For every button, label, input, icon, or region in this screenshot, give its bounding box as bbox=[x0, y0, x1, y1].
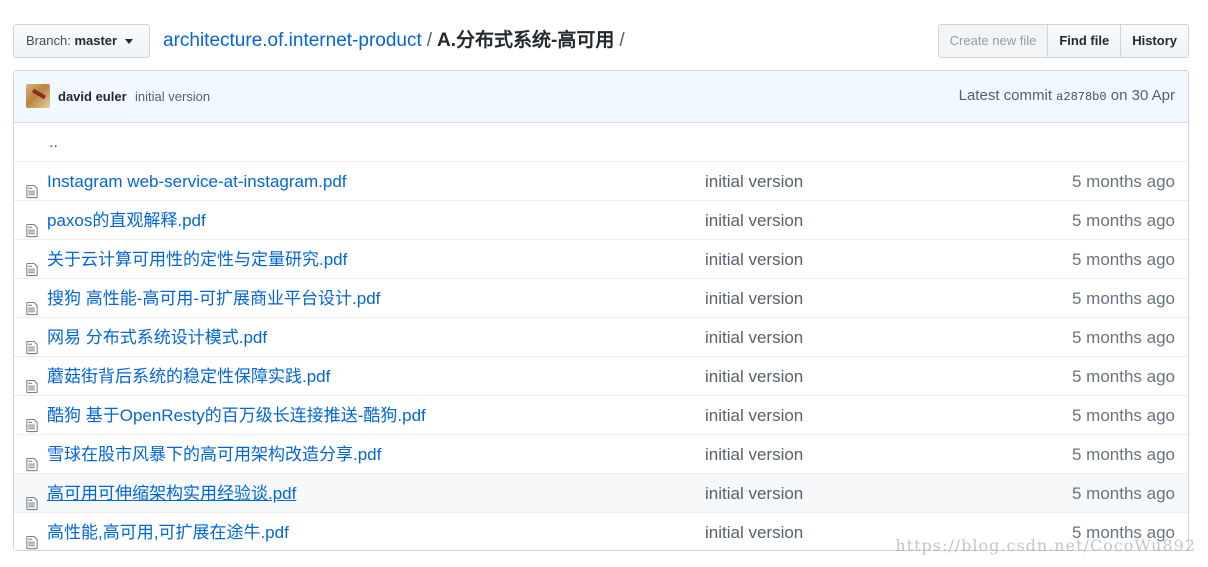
branch-name: master bbox=[74, 33, 118, 48]
commit-age: 5 months ago bbox=[1071, 367, 1175, 386]
current-folder: A.分布式系统-高可用 bbox=[437, 30, 615, 51]
commit-message-link[interactable]: initial version bbox=[705, 162, 803, 201]
file-list: david euler initial version Latest commi… bbox=[13, 70, 1189, 551]
commit-on-label: on bbox=[1110, 87, 1128, 104]
file-name-link[interactable]: 关于云计算可用性的定性与定量研究.pdf bbox=[47, 240, 347, 279]
commit-date: 30 Apr bbox=[1131, 87, 1175, 104]
latest-commit-info: Latest commit a2878b0 on 30 Apr bbox=[959, 87, 1175, 104]
commit-message-link[interactable]: initial version bbox=[705, 357, 803, 396]
file-text-icon bbox=[26, 213, 38, 238]
breadcrumb: architecture.of.internet-product / A.分布式系统… bbox=[163, 26, 630, 56]
file-row[interactable]: 酷狗 基于OpenResty的百万级长连接推送-酷狗.pdf initial ve… bbox=[14, 395, 1188, 434]
commit-age: 5 months ago bbox=[1071, 445, 1175, 464]
latest-commit-bar: david euler initial version Latest commi… bbox=[14, 71, 1188, 123]
file-name-link[interactable]: 酷狗 基于OpenResty的百万级长连接推送-酷狗.pdf bbox=[47, 396, 426, 435]
file-text-icon bbox=[26, 252, 38, 277]
commit-message-link[interactable]: initial version bbox=[135, 89, 210, 104]
breadcrumb-separator: / bbox=[426, 30, 433, 51]
commit-message-link[interactable]: initial version bbox=[705, 279, 803, 318]
breadcrumb-separator: / bbox=[619, 30, 625, 51]
file-text-icon bbox=[26, 408, 38, 433]
commit-message-link[interactable]: initial version bbox=[705, 474, 803, 513]
caret-down-icon bbox=[124, 39, 133, 45]
branch-select-button[interactable]: Branch: master bbox=[13, 24, 150, 58]
commit-age: 5 months ago bbox=[1071, 406, 1175, 425]
file-rows: .. Instagram web-service-at-instagram.pd… bbox=[14, 123, 1188, 550]
commit-message-link[interactable]: initial version bbox=[705, 396, 803, 435]
file-row[interactable]: 高可用可伸缩架构实用经验谈.pdf initial version 5 months… bbox=[14, 473, 1188, 512]
parent-directory-link[interactable]: .. bbox=[49, 123, 58, 162]
file-name-link[interactable]: paxos的直观解释.pdf bbox=[47, 201, 206, 240]
commit-age: 5 months ago bbox=[1071, 328, 1175, 347]
file-row[interactable]: Instagram web-service-at-instagram.pdf in… bbox=[14, 161, 1188, 200]
commit-age: 5 months ago bbox=[1071, 484, 1175, 503]
file-text-icon bbox=[26, 174, 38, 199]
file-name-link[interactable]: 高性能,高可用,可扩展在途牛.pdf bbox=[47, 513, 289, 550]
file-navigation: Branch: master architecture.of.internet-… bbox=[13, 24, 1189, 58]
file-name-link[interactable]: 搜狗 高性能-高可用-可扩展商业平台设计.pdf bbox=[47, 279, 380, 318]
commit-message-link[interactable]: initial version bbox=[705, 240, 803, 279]
file-row[interactable]: paxos的直观解释.pdf initial version 5 months ag… bbox=[14, 200, 1188, 239]
file-row[interactable]: 雪球在股市风暴下的高可用架构改造分享.pdf initial version 5 m… bbox=[14, 434, 1188, 473]
file-row[interactable]: 网易 分布式系统设计模式.pdf initial version 5 months … bbox=[14, 317, 1188, 356]
create-new-file-button[interactable]: Create new file bbox=[937, 24, 1049, 58]
file-text-icon bbox=[26, 330, 38, 355]
file-text-icon bbox=[26, 486, 38, 511]
commit-message-link[interactable]: initial version bbox=[705, 513, 803, 550]
file-name-link[interactable]: 雪球在股市风暴下的高可用架构改造分享.pdf bbox=[47, 435, 381, 474]
commit-message-link[interactable]: initial version bbox=[705, 318, 803, 357]
file-row[interactable]: 蘑菇街背后系统的稳定性保障实践.pdf initial version 5 mont… bbox=[14, 356, 1188, 395]
file-name-link[interactable]: 高可用可伸缩架构实用经验谈.pdf bbox=[47, 474, 296, 513]
latest-commit-label: Latest commit bbox=[958, 87, 1052, 104]
file-text-icon bbox=[26, 369, 38, 394]
file-text-icon bbox=[26, 525, 38, 550]
branch-label: Branch: bbox=[26, 33, 71, 48]
commit-age: 5 months ago bbox=[1071, 211, 1175, 230]
file-text-icon bbox=[26, 291, 38, 316]
commit-message-link[interactable]: initial version bbox=[705, 201, 803, 240]
file-actions: Create new file Find file History bbox=[937, 24, 1189, 58]
commit-age: 5 months ago bbox=[1071, 172, 1175, 191]
user-avatar[interactable] bbox=[26, 84, 50, 108]
commit-message-link[interactable]: initial version bbox=[705, 435, 803, 474]
commit-age: 5 months ago bbox=[1071, 289, 1175, 308]
history-button[interactable]: History bbox=[1120, 24, 1189, 58]
parent-directory-row: .. bbox=[14, 123, 1188, 161]
file-row[interactable]: 关于云计算可用性的定性与定量研究.pdf initial version 5 mon… bbox=[14, 239, 1188, 278]
file-text-icon bbox=[26, 447, 38, 472]
file-name-link[interactable]: Instagram web-service-at-instagram.pdf bbox=[47, 162, 347, 201]
watermark: https://blog.csdn.net/CocoWu892 bbox=[895, 536, 1196, 555]
commit-author-link[interactable]: david euler bbox=[58, 89, 127, 104]
commit-age: 5 months ago bbox=[1071, 250, 1175, 269]
file-name-link[interactable]: 网易 分布式系统设计模式.pdf bbox=[47, 318, 267, 357]
commit-sha-link[interactable]: a2878b0 bbox=[1056, 90, 1106, 104]
file-row[interactable]: 搜狗 高性能-高可用-可扩展商业平台设计.pdf initial version 5… bbox=[14, 278, 1188, 317]
repo-link[interactable]: architecture.of.internet-product bbox=[163, 30, 422, 51]
file-name-link[interactable]: 蘑菇街背后系统的稳定性保障实践.pdf bbox=[47, 357, 330, 396]
find-file-button[interactable]: Find file bbox=[1047, 24, 1122, 58]
